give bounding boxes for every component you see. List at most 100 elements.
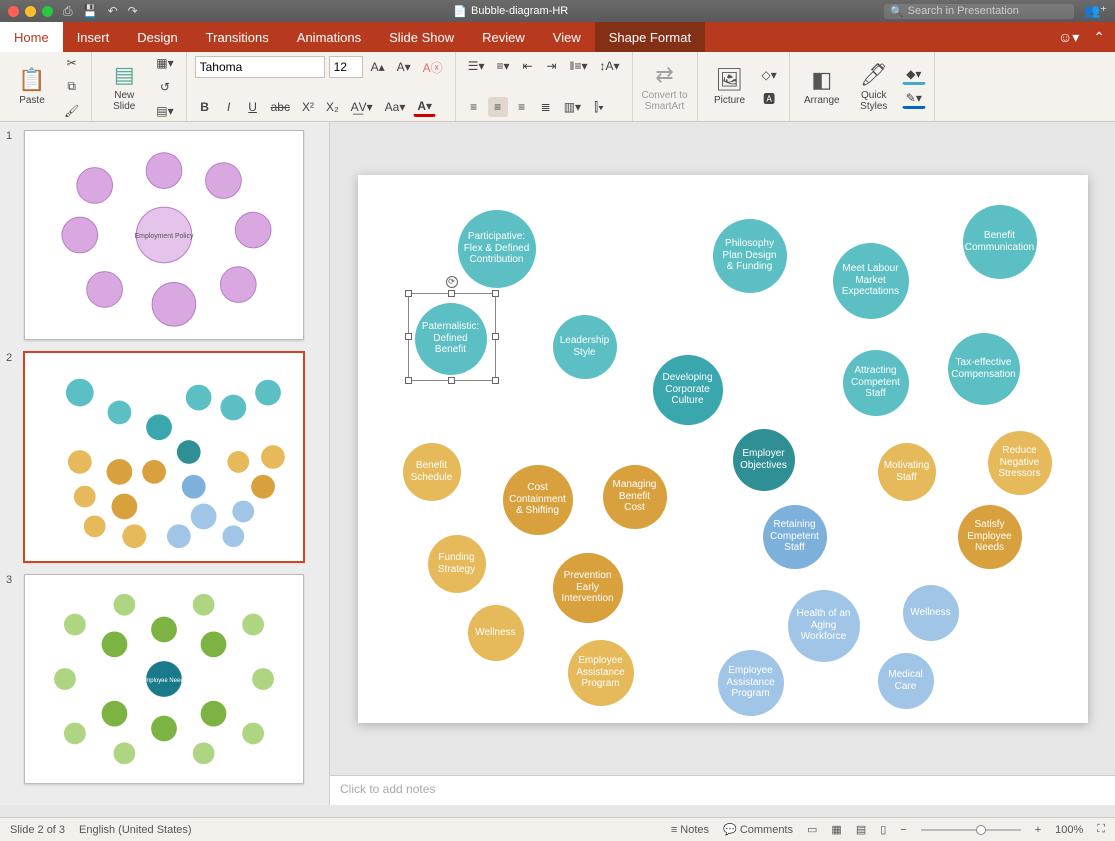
tab-home[interactable]: Home — [0, 22, 63, 52]
char-spacing-icon[interactable]: A͟V▾ — [347, 97, 377, 117]
bubble-shape[interactable]: Paternalistic: Defined Benefit — [415, 303, 487, 375]
language-indicator[interactable]: English (United States) — [79, 824, 192, 836]
resize-handle[interactable] — [448, 290, 455, 297]
bold-button[interactable]: B — [195, 97, 215, 117]
slide-canvas-area[interactable]: ⟳ Participative: Flex & Defined Contribu… — [330, 122, 1115, 775]
font-color-icon[interactable]: A▾ — [413, 97, 436, 117]
bubble-shape[interactable]: Managing Benefit Cost — [603, 465, 667, 529]
bubble-shape[interactable]: Meet Labour Market Expectations — [833, 243, 909, 319]
slide-thumbnail-3[interactable]: Employee Needs — [24, 574, 304, 784]
bubble-shape[interactable]: Medical Care — [878, 653, 934, 709]
bullets-icon[interactable]: ☰▾ — [464, 56, 489, 76]
font-size-select[interactable] — [329, 56, 363, 78]
quick-styles-button[interactable]: 🖊 Quick Styles — [850, 57, 898, 117]
bubble-shape[interactable]: Developing Corporate Culture — [653, 355, 723, 425]
qat-save-icon[interactable]: ⎙ — [63, 4, 73, 19]
paste-button[interactable]: 📋 Paste — [8, 57, 56, 117]
slideshow-view-icon[interactable]: ▯ — [880, 823, 886, 836]
tab-slideshow[interactable]: Slide Show — [375, 22, 468, 52]
format-painter-icon[interactable]: 🖌 — [60, 101, 83, 121]
feedback-icon[interactable]: ☺▾ — [1058, 29, 1079, 46]
shrink-font-icon[interactable]: A▾ — [393, 57, 415, 77]
align-right-icon[interactable]: ≡ — [512, 97, 532, 117]
tab-animations[interactable]: Animations — [283, 22, 375, 52]
zoom-in-icon[interactable]: + — [1035, 824, 1041, 836]
grow-font-icon[interactable]: A▴ — [367, 57, 389, 77]
subscript-button[interactable]: X₂ — [322, 97, 343, 117]
bubble-shape[interactable]: Reduce Negative Stressors — [988, 431, 1052, 495]
bubble-shape[interactable]: Prevention Early Intervention — [553, 553, 623, 623]
tab-shape-format[interactable]: Shape Format — [595, 22, 705, 52]
arrange-button[interactable]: ◧ Arrange — [798, 57, 846, 117]
collapse-ribbon-icon[interactable]: ⌃ — [1093, 29, 1105, 46]
superscript-button[interactable]: X² — [298, 97, 318, 117]
search-input[interactable]: 🔍 Search in Presentation — [884, 4, 1074, 19]
share-icon[interactable]: 👥⁺ — [1084, 3, 1107, 19]
line-spacing-icon[interactable]: ‖≡▾ — [566, 56, 592, 76]
tab-view[interactable]: View — [539, 22, 595, 52]
normal-view-icon[interactable]: ▭ — [807, 823, 817, 836]
indent-inc-icon[interactable]: ⇥ — [542, 56, 562, 76]
textbox-icon[interactable]: 🅰 — [758, 89, 781, 109]
bubble-shape[interactable]: Philosophy Plan Design & Funding — [713, 219, 787, 293]
indent-dec-icon[interactable]: ⇤ — [518, 56, 538, 76]
layout-icon[interactable]: ▦▾ — [152, 53, 177, 73]
resize-handle[interactable] — [405, 377, 412, 384]
font-name-select[interactable] — [195, 56, 325, 78]
change-case-icon[interactable]: Aa▾ — [381, 97, 410, 117]
bubble-shape[interactable]: Employee Assistance Program — [718, 650, 784, 716]
sorter-view-icon[interactable]: ▦ — [831, 823, 841, 836]
notes-toggle[interactable]: ≡ Notes — [671, 824, 709, 836]
fit-window-icon[interactable]: ⛶ — [1097, 823, 1105, 836]
align-left-icon[interactable]: ≡ — [464, 97, 484, 117]
copy-icon[interactable]: ⧉ — [60, 77, 83, 97]
qat-save2-icon[interactable]: 💾 — [83, 4, 98, 19]
zoom-slider[interactable] — [921, 829, 1021, 831]
underline-button[interactable]: U — [243, 97, 263, 117]
bubble-shape[interactable]: Wellness — [903, 585, 959, 641]
shape-fill-icon[interactable]: ◆▾ — [902, 65, 926, 85]
tab-design[interactable]: Design — [123, 22, 191, 52]
convert-smartart-button[interactable]: ⇄ Convert to SmartArt — [641, 57, 689, 117]
section-icon[interactable]: ▤▾ — [152, 101, 177, 121]
resize-handle[interactable] — [405, 333, 412, 340]
bubble-shape[interactable]: Benefit Schedule — [403, 443, 461, 501]
resize-handle[interactable] — [492, 333, 499, 340]
columns-icon[interactable]: ▥▾ — [560, 97, 585, 117]
bubble-shape[interactable]: Retaining Competent Staff — [763, 505, 827, 569]
resize-handle[interactable] — [448, 377, 455, 384]
reading-view-icon[interactable]: ▤ — [856, 823, 866, 836]
rotate-handle-icon[interactable]: ⟳ — [446, 276, 458, 288]
zoom-knob[interactable] — [976, 825, 986, 835]
bubble-shape[interactable]: Leadership Style — [553, 315, 617, 379]
tab-review[interactable]: Review — [468, 22, 539, 52]
shapes-icon[interactable]: ◇▾ — [758, 65, 781, 85]
resize-handle[interactable] — [405, 290, 412, 297]
bubble-shape[interactable]: Satisfy Employee Needs — [958, 505, 1022, 569]
shape-outline-icon[interactable]: ✎▾ — [902, 89, 926, 109]
bubble-shape[interactable]: Participative: Flex & Defined Contributi… — [458, 210, 536, 288]
bubble-shape[interactable]: Motivating Staff — [878, 443, 936, 501]
italic-button[interactable]: I — [219, 97, 239, 117]
tab-insert[interactable]: Insert — [63, 22, 124, 52]
notes-pane[interactable]: Click to add notes — [330, 775, 1115, 805]
slide-thumbnail-2[interactable] — [24, 352, 304, 562]
reset-icon[interactable]: ↺ — [152, 77, 177, 97]
resize-handle[interactable] — [492, 377, 499, 384]
zoom-out-icon[interactable]: − — [900, 824, 906, 836]
close-window[interactable] — [8, 6, 19, 17]
zoom-window[interactable] — [42, 6, 53, 17]
text-direction-icon[interactable]: ↕A▾ — [595, 56, 623, 76]
align-text-icon[interactable]: ⫿▾ — [589, 97, 609, 117]
qat-undo-icon[interactable]: ↶ — [108, 4, 118, 19]
bubble-shape[interactable]: Tax-effective Compensation — [948, 333, 1020, 405]
bubble-shape[interactable]: Benefit Communication — [963, 205, 1037, 279]
bubble-shape[interactable]: Attracting Competent Staff — [843, 350, 909, 416]
numbering-icon[interactable]: ≡▾ — [492, 56, 513, 76]
clear-format-icon[interactable]: Aⓧ — [419, 57, 447, 77]
minimize-window[interactable] — [25, 6, 36, 17]
cut-icon[interactable]: ✂ — [60, 53, 83, 73]
tab-transitions[interactable]: Transitions — [192, 22, 283, 52]
bubble-shape[interactable]: Wellness — [468, 605, 524, 661]
picture-button[interactable]: 🖼 Picture — [706, 57, 754, 117]
